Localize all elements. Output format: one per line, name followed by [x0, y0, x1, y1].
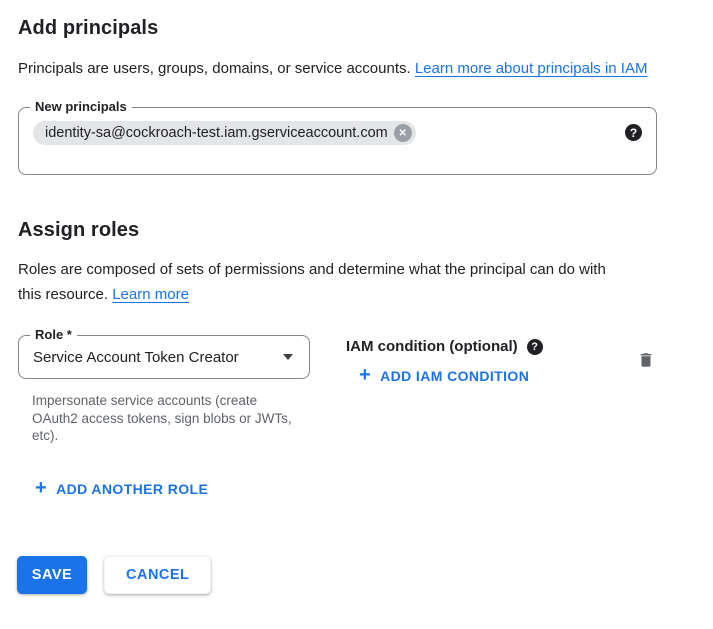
chip-remove-icon[interactable]: ✕ [394, 124, 412, 142]
role-column: Role * Service Account Token Creator Imp… [18, 335, 310, 445]
learn-more-principals-link[interactable]: Learn more about principals in IAM [415, 60, 648, 77]
iam-condition-label: IAM condition (optional) [346, 338, 518, 355]
roles-paragraph: Roles are composed of sets of permission… [18, 257, 610, 307]
role-row: Role * Service Account Token Creator Imp… [18, 335, 657, 445]
intro-paragraph: Principals are users, groups, domains, o… [18, 56, 669, 81]
page-title: Add principals [18, 17, 695, 40]
new-principals-label: New principals [30, 99, 132, 115]
plus-icon: + [359, 368, 371, 382]
roles-description: Roles are composed of sets of permission… [18, 261, 606, 303]
learn-more-roles-link[interactable]: Learn more [112, 286, 189, 303]
intro-text: Principals are users, groups, domains, o… [18, 60, 415, 77]
delete-role-button[interactable] [635, 348, 657, 375]
iam-condition-column: IAM condition (optional) ? + ADD IAM CON… [346, 335, 543, 387]
delete-column [635, 335, 657, 375]
save-button[interactable]: SAVE [17, 556, 87, 594]
role-select-value: Service Account Token Creator [33, 349, 239, 366]
new-principals-field[interactable]: New principals identity-sa@cockroach-tes… [18, 107, 657, 175]
add-iam-condition-button[interactable]: + ADD IAM CONDITION [359, 368, 529, 384]
principals-help-icon[interactable]: ? [625, 124, 642, 141]
action-button-row: SAVE CANCEL [17, 556, 695, 594]
iam-condition-help-icon[interactable]: ? [527, 339, 543, 355]
role-select-label: Role * [30, 327, 77, 343]
principal-chip-label: identity-sa@cockroach-test.iam.gservicea… [45, 125, 388, 141]
assign-roles-title: Assign roles [18, 219, 695, 242]
cancel-button[interactable]: CANCEL [104, 556, 211, 594]
dropdown-arrow-icon [283, 354, 293, 360]
plus-icon: + [35, 481, 47, 495]
add-another-role-label: ADD ANOTHER ROLE [56, 481, 208, 497]
principal-chip: identity-sa@cockroach-test.iam.gservicea… [33, 121, 416, 145]
add-another-role-button[interactable]: + ADD ANOTHER ROLE [35, 481, 208, 497]
trash-icon [637, 358, 655, 373]
role-select[interactable]: Role * Service Account Token Creator [18, 335, 310, 379]
add-iam-condition-label: ADD IAM CONDITION [380, 368, 529, 384]
iam-condition-label-row: IAM condition (optional) ? [346, 338, 543, 355]
role-description: Impersonate service accounts (create OAu… [32, 392, 304, 445]
add-principals-panel: Add principals Principals are users, gro… [0, 0, 713, 594]
